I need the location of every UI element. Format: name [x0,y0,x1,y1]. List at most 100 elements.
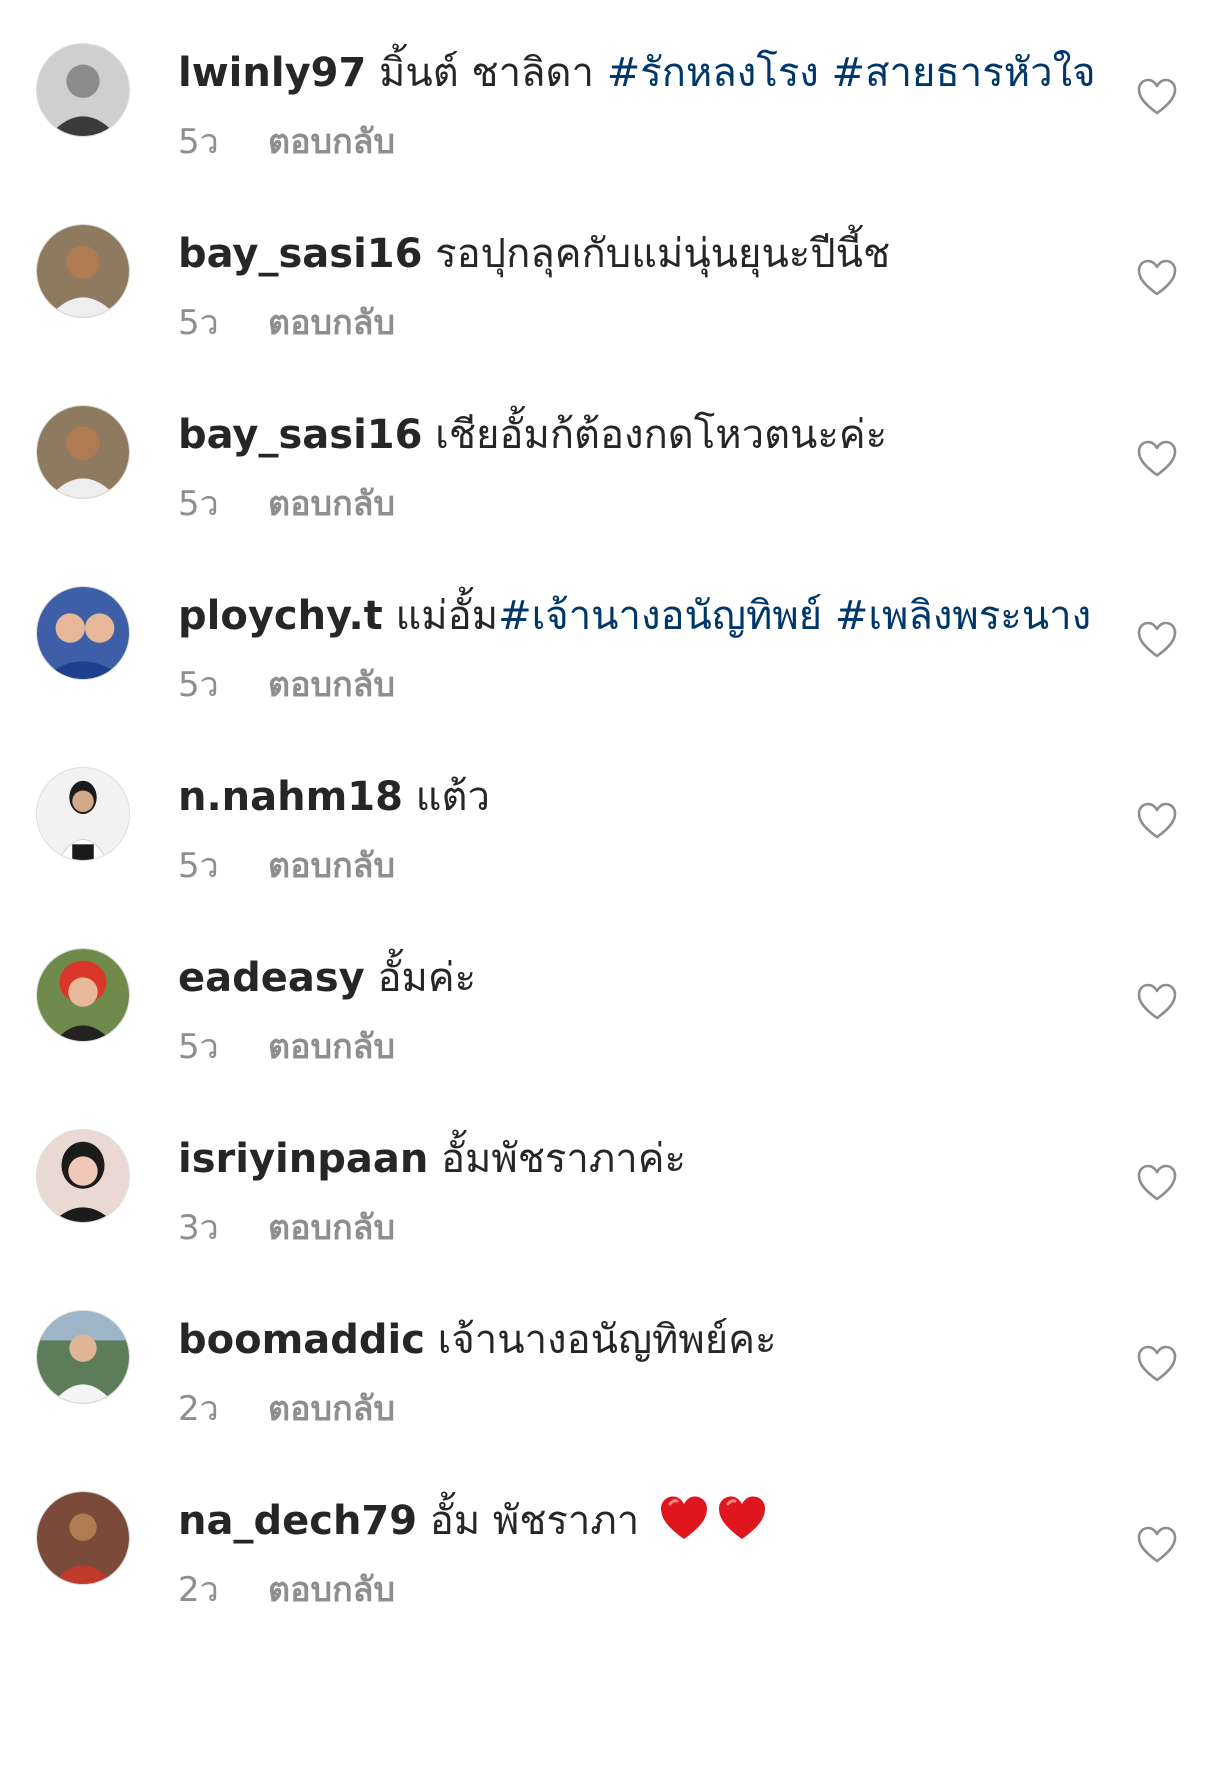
heart-outline-icon [1137,1526,1177,1563]
comment-meta: 3ว ตอบกลับ [178,1204,395,1252]
heart-outline-icon [1137,1164,1177,1201]
comment-username[interactable]: boomaddic [178,1317,425,1363]
comment-username[interactable]: lwinly97 [178,50,366,96]
heart-outline-icon [1137,259,1177,296]
avatar[interactable] [36,1491,130,1585]
comment-item: boomaddic เจ้านางอนัญทิพย์คะ 2ว ตอบกลับ [0,1267,1215,1472]
comment-list: lwinly97 มิ้นต์ ชาลิดา #รักหลงโรง #สายธา… [0,0,1215,1778]
heart-outline-icon [1137,1345,1177,1382]
comment-text: n.nahm18 แต้ว [178,768,1078,826]
like-button[interactable] [1137,983,1177,1021]
comment-text: isriyinpaan อั้มพัชราภาค่ะ [178,1130,1078,1188]
comment-username[interactable]: bay_sasi16 [178,412,422,458]
avatar-image [37,768,129,860]
comment-username[interactable]: ploychy.t [178,593,383,639]
comment-age: 2ว [178,1389,219,1429]
comment-item: bay_sasi16 เชียอั้มก้ต้องกดโหวตนะค่ะ 5ว ต… [0,362,1215,567]
like-button[interactable] [1137,621,1177,659]
comment-body: รอปุกลุคกับแม่นุ่นยุนะปีนี้ช [422,231,891,277]
comment-body: อั้ม พัชราภา [417,1498,652,1544]
avatar-image [37,949,129,1041]
comment-text: na_dech79 อั้ม พัชราภา ❤️❤️ [178,1492,1078,1550]
comment-meta: 2ว ตอบกลับ [178,1566,395,1614]
comment-age: 5ว [178,665,219,705]
comment-body: เชียอั้มก้ต้องกดโหวตนะค่ะ [422,412,888,458]
comment-username[interactable]: isriyinpaan [178,1136,428,1182]
like-button[interactable] [1137,440,1177,478]
avatar[interactable] [36,1310,130,1404]
avatar[interactable] [36,405,130,499]
comment-item: na_dech79 อั้ม พัชราภา ❤️❤️ 2ว ตอบกลับ [0,1448,1215,1653]
like-button[interactable] [1137,259,1177,297]
comment-age: 2ว [178,1570,219,1610]
red-heart-emoji [718,1496,765,1539]
reply-button[interactable]: ตอบกลับ [268,1208,395,1248]
avatar-image [37,1311,129,1403]
comment-age: 3ว [178,1208,219,1248]
comment-body: แต้ว [402,774,490,820]
comment-meta: 5ว ตอบกลับ [178,661,395,709]
comment-hashtags[interactable]: #รักหลงโรง #สายธารหัวใจ [607,50,1096,96]
comment-text: ploychy.t แม่อั้ม#เจ้านางอนัญทิพย์ #เพลิ… [178,587,1091,645]
avatar[interactable] [36,224,130,318]
like-button[interactable] [1137,78,1177,116]
comment-item: ploychy.t แม่อั้ม#เจ้านางอนัญทิพย์ #เพลิ… [0,543,1215,748]
comment-body: แม่อั้ม [382,593,499,639]
avatar-image [37,1130,129,1222]
comment-meta: 5ว ตอบกลับ [178,480,395,528]
avatar-image [37,44,129,136]
comment-body: มิ้นต์ ชาลิดา [366,50,607,96]
comment-item: eadeasy อั้มค่ะ 5ว ตอบกลับ [0,905,1215,1110]
avatar-image [37,406,129,498]
comment-username[interactable]: n.nahm18 [178,774,403,820]
heart-outline-icon [1137,440,1177,477]
comment-text: bay_sasi16 เชียอั้มก้ต้องกดโหวตนะค่ะ [178,406,1078,464]
heart-outline-icon [1137,983,1177,1020]
reply-button[interactable]: ตอบกลับ [268,484,395,524]
comment-meta: 5ว ตอบกลับ [178,299,395,347]
comment-body: เจ้านางอนัญทิพย์คะ [424,1317,777,1363]
like-button[interactable] [1137,1345,1177,1383]
comment-username[interactable]: bay_sasi16 [178,231,422,277]
comment-meta: 5ว ตอบกลับ [178,118,395,166]
reply-button[interactable]: ตอบกลับ [268,846,395,886]
comment-username[interactable]: eadeasy [178,955,365,1001]
like-button[interactable] [1137,802,1177,840]
avatar[interactable] [36,586,130,680]
comment-age: 5ว [178,846,219,886]
avatar[interactable] [36,767,130,861]
avatar[interactable] [36,1129,130,1223]
comment-age: 5ว [178,303,219,343]
heart-outline-icon [1137,78,1177,115]
reply-button[interactable]: ตอบกลับ [268,1570,395,1610]
red-heart-emoji [660,1496,707,1539]
reply-button[interactable]: ตอบกลับ [268,122,395,162]
reply-button[interactable]: ตอบกลับ [268,303,395,343]
comment-age: 5ว [178,122,219,162]
comment-text: boomaddic เจ้านางอนัญทิพย์คะ [178,1311,1078,1369]
avatar-image [37,587,129,679]
comment-username[interactable]: na_dech79 [178,1498,417,1544]
reply-button[interactable]: ตอบกลับ [268,1027,395,1067]
comment-item: lwinly97 มิ้นต์ ชาลิดา #รักหลงโรง #สายธา… [0,0,1215,205]
comment-age: 5ว [178,484,219,524]
comment-hashtags[interactable]: #เจ้านางอนัญทิพย์ #เพลิงพระนาง [498,593,1091,639]
comment-meta: 2ว ตอบกลับ [178,1385,395,1433]
comment-text: lwinly97 มิ้นต์ ชาลิดา #รักหลงโรง #สายธา… [178,44,1096,102]
comment-body: อั้มค่ะ [364,955,477,1001]
comment-body: อั้มพัชราภาค่ะ [428,1136,686,1182]
avatar-image [37,225,129,317]
comment-meta: 5ว ตอบกลับ [178,842,395,890]
avatar[interactable] [36,948,130,1042]
like-button[interactable] [1137,1526,1177,1564]
comment-text: bay_sasi16 รอปุกลุคกับแม่นุ่นยุนะปีนี้ช [178,225,1078,283]
comment-item: n.nahm18 แต้ว 5ว ตอบกลับ [0,724,1215,929]
comment-text: eadeasy อั้มค่ะ [178,949,1078,1007]
reply-button[interactable]: ตอบกลับ [268,1389,395,1429]
reply-button[interactable]: ตอบกลับ [268,665,395,705]
heart-outline-icon [1137,802,1177,839]
like-button[interactable] [1137,1164,1177,1202]
avatar-image [37,1492,129,1584]
avatar[interactable] [36,43,130,137]
comment-item: isriyinpaan อั้มพัชราภาค่ะ 3ว ตอบกลับ [0,1086,1215,1291]
